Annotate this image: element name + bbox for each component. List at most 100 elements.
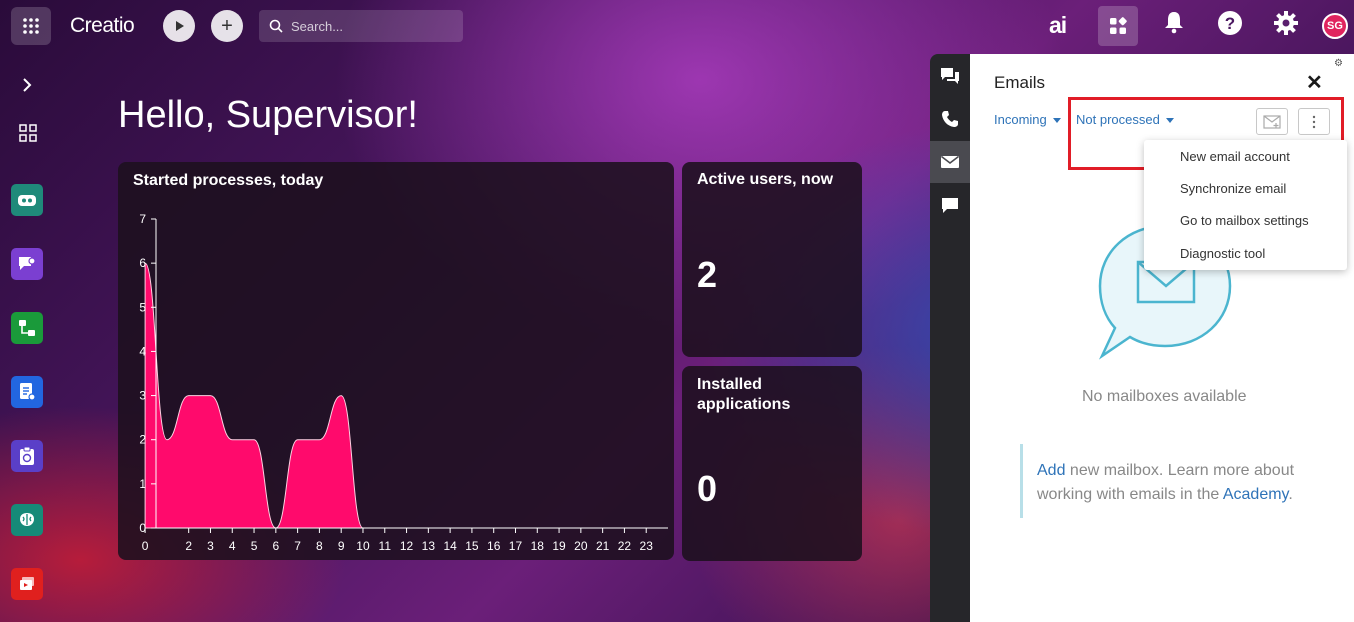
sidebar-app-6[interactable] [11,504,43,536]
info-message: Add new mailbox. Learn more about workin… [1020,444,1330,518]
info-text-2: . [1288,486,1293,503]
chart-x-tick-label: 16 [487,539,501,553]
chat-person-icon [19,257,36,270]
gear-icon [1274,11,1298,35]
caret-down-icon [1052,118,1061,124]
add-mailbox-link[interactable]: Add [1037,462,1065,479]
menu-item-synchronize-email[interactable]: Synchronize email [1180,181,1286,196]
chart-x-tick-label: 23 [640,539,654,553]
chart-x-tick-label: 11 [379,539,392,553]
chevron-right-icon [23,78,32,92]
chart-y-tick-label: 7 [139,212,146,226]
communication-panel-tabs [930,54,970,622]
menu-item-mailbox-settings[interactable]: Go to mailbox settings [1180,213,1309,228]
sidebar-app-5[interactable] [11,440,43,472]
chart-x-tick-label: 9 [338,539,345,553]
expand-sidebar-button[interactable] [20,76,34,99]
menu-item-diagnostic-tool[interactable]: Diagnostic tool [1180,246,1265,261]
installed-applications-value: 0 [697,468,718,509]
apps-icon [1110,17,1127,34]
chart-y-tick-label: 3 [139,389,146,403]
active-users-widget: Active users, now 2 [682,162,862,357]
envelope-icon [941,155,959,168]
creatio-logo[interactable]: Creatio [70,14,135,38]
chart-x-tick-label: 4 [229,539,236,553]
settings-button[interactable] [1273,10,1299,41]
clipboard-icon [20,446,34,465]
presentation-icon [20,577,34,590]
installed-applications-title: Installed applications [697,376,791,413]
academy-link[interactable]: Academy [1223,486,1289,503]
chart-x-tick-label: 18 [531,539,545,553]
active-users-title: Active users, now [697,171,834,188]
help-button[interactable]: ? [1217,10,1243,41]
chart-x-tick-label: 17 [509,539,523,553]
panel-settings-icon[interactable]: ⚙ [1334,58,1343,69]
sidebar-app-2[interactable] [11,248,43,280]
chart-x-tick-label: 8 [316,539,323,553]
create-button[interactable]: + [211,10,243,42]
menu-item-new-email-account[interactable]: New email account [1180,149,1290,164]
chart-x-tick-label: 6 [272,539,279,553]
more-actions-menu: New email account Synchronize email Go t… [1144,140,1347,270]
apps-grid-icon [23,18,39,34]
chart-x-tick-label: 22 [618,539,632,553]
workflow-icon [19,320,35,336]
chart-x-tick-label: 19 [552,539,566,553]
chart-x-tick-label: 10 [356,539,370,553]
chart-y-tick-label: 6 [139,256,146,270]
tab-chats[interactable] [930,185,970,227]
ai-assistant-button[interactable]: ai [1049,12,1067,39]
started-processes-widget: Started processes, today 012345670234567… [118,162,674,560]
sidebar-all-apps[interactable] [19,124,37,147]
chart-x-tick-label: 20 [574,539,588,553]
chart-x-tick-label: 0 [142,539,149,553]
chart-y-tick-label: 1 [139,477,146,491]
top-bar: Creatio + Search... ai ? SG [0,0,1354,52]
app-launcher-button[interactable] [11,7,51,45]
chart-x-tick-label: 2 [185,539,192,553]
chart-x-tick-label: 21 [596,539,610,553]
document-icon [20,383,36,401]
chart-x-tick-label: 15 [465,539,479,553]
svg-text:?: ? [1225,14,1235,33]
empty-state-text: No mailboxes available [1082,388,1247,405]
chat-bubbles-icon [941,68,959,84]
installed-applications-widget: Installed applications 0 [682,366,862,561]
direction-filter[interactable]: Incoming [994,112,1061,127]
tab-feed[interactable] [930,55,970,97]
started-processes-chart: 012345670 2 3 4 5 6 7 8 9 10 11 12 13 14 15 16 17 18 19 20 2… [139,212,668,553]
run-process-button[interactable] [163,10,195,42]
notifications-button[interactable] [1163,10,1185,39]
direction-filter-label: Incoming [994,112,1047,127]
search-icon [269,19,283,33]
chart-x-tick-label: 3 [207,539,214,553]
sidebar-app-7[interactable] [11,568,43,600]
brain-icon [20,513,34,526]
sidebar-app-4[interactable] [11,376,43,408]
robot-icon [18,195,36,206]
active-users-value: 2 [697,254,718,295]
tab-calls[interactable] [930,98,970,140]
close-icon[interactable]: ✕ [1306,70,1323,95]
chart-x-tick-label: 13 [422,539,436,553]
tab-emails[interactable] [930,141,970,183]
user-avatar[interactable]: SG [1322,13,1348,39]
help-icon: ? [1218,11,1242,35]
phone-icon [942,111,958,127]
chart-x-tick-label: 7 [294,539,301,553]
chart-x-tick-label: 14 [443,539,457,553]
panel-title: Emails [994,73,1046,92]
grid-icon [19,124,37,142]
chart-y-tick-label: 5 [139,300,146,314]
sidebar-app-1[interactable] [11,184,43,216]
plus-icon: + [221,14,233,37]
sidebar-app-3[interactable] [11,312,43,344]
chart-x-tick-label: 12 [400,539,414,553]
play-icon [176,21,184,31]
chart-y-tick-label: 4 [139,344,146,358]
greeting-heading: Hello, Supervisor! [118,94,418,136]
applications-button[interactable] [1098,6,1138,46]
search-input[interactable]: Search... [259,10,463,42]
chart-area-series [144,262,647,529]
